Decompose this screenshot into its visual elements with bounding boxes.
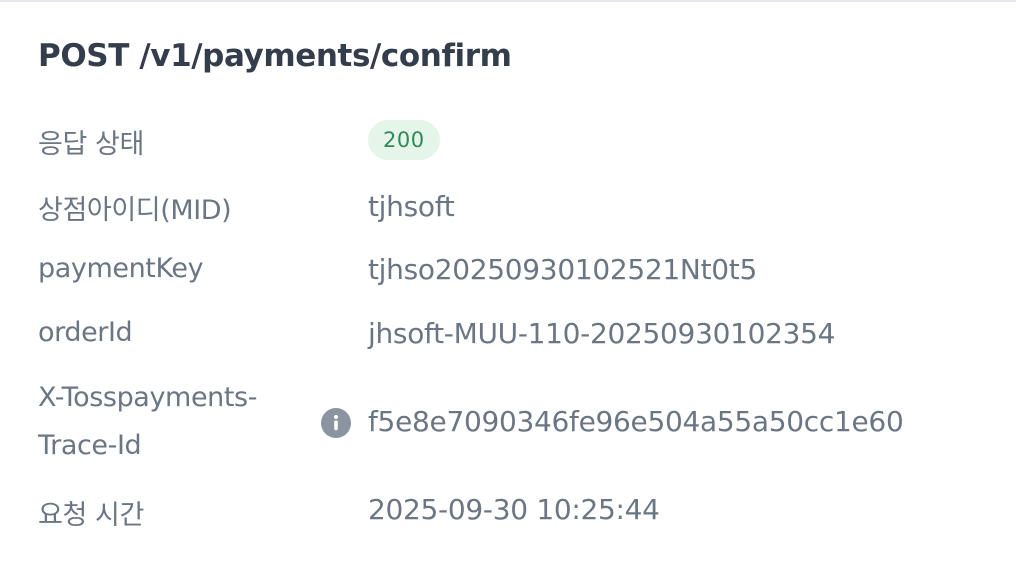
request-time-value: 2025-09-30 10:25:44 [368, 493, 660, 526]
top-divider [0, 0, 1016, 2]
trace-id-label-line1: X-Tosspayments- [38, 382, 258, 413]
mid-label: 상점아이디(MID) [38, 195, 232, 226]
payment-log-panel: POST /v1/payments/confirm 응답 상태 200 상점아이… [0, 0, 1016, 562]
info-icon[interactable] [321, 408, 351, 438]
request-time-label: 요청 시간 [38, 500, 144, 531]
mid-value: tjhsoft [368, 190, 455, 223]
trace-id-value: f5e8e7090346fe96e504a55a50cc1e60 [368, 405, 904, 438]
trace-id-label-line2: Trace-Id [38, 430, 142, 461]
trace-id-label: X-Tosspayments- Trace-Id [38, 374, 257, 470]
payment-key-label: paymentKey [38, 253, 204, 284]
endpoint-title: POST /v1/payments/confirm [38, 38, 512, 74]
payment-key-value: tjhso20250930102521Nt0t5 [368, 253, 757, 286]
status-badge: 200 [368, 120, 440, 160]
order-id-value: jhsoft-MUU-110-20250930102354 [368, 317, 836, 350]
order-id-label: orderId [38, 317, 133, 348]
status-label: 응답 상태 [38, 129, 144, 160]
